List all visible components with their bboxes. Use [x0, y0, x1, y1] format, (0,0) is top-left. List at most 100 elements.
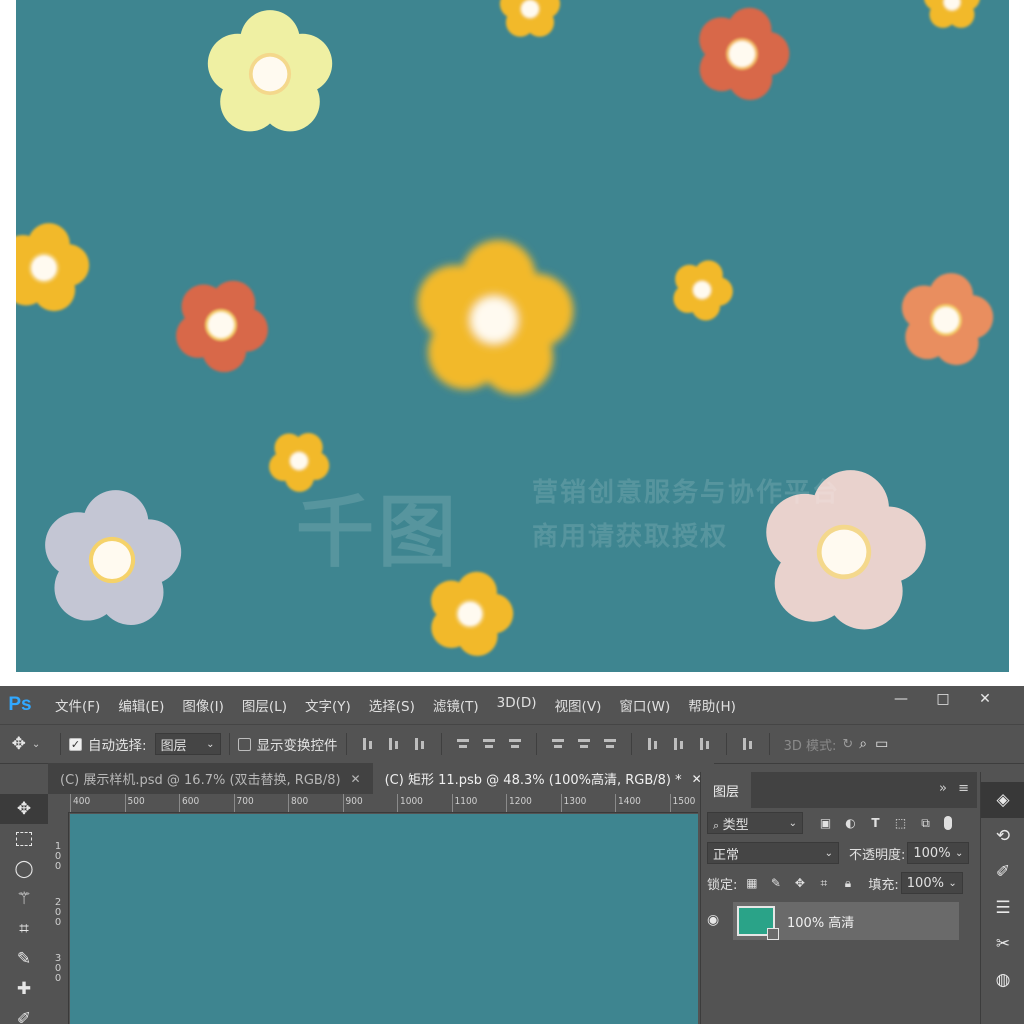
align-bottom-icon[interactable]	[413, 737, 427, 751]
minimize-button[interactable]: —	[880, 686, 922, 712]
align-left-icon[interactable]	[456, 737, 470, 751]
blend-mode-dropdown[interactable]: 正常 ⌄	[707, 842, 839, 864]
fill-field[interactable]: 100% ⌄	[900, 872, 963, 894]
watermark-line-2: 商用请获取授权	[532, 522, 729, 552]
flower	[924, 0, 980, 28]
brush-icon: ✐	[16, 1009, 32, 1024]
workspace-icon[interactable]: ▭	[875, 736, 888, 752]
search-icon[interactable]: ⌕	[859, 736, 867, 752]
auto-select-target-dropdown[interactable]: 图层 ⌄	[154, 733, 221, 755]
move-tool-preset[interactable]: ✥ ⌄	[0, 734, 52, 754]
distribute-horizontal-center-icon[interactable]	[672, 737, 686, 751]
menu-item[interactable]: 滤镜(T)	[424, 695, 488, 715]
menu-item[interactable]: 图像(I)	[173, 695, 233, 715]
flower	[45, 490, 182, 625]
layers-dock-button[interactable]: ◈	[981, 782, 1024, 818]
show-transform-checkbox[interactable]	[237, 737, 251, 751]
close-icon[interactable]: ✕	[351, 772, 361, 786]
lock-transparent-icon[interactable]: ▦	[745, 876, 758, 890]
move-tool[interactable]: ✥	[0, 794, 48, 824]
document-canvas[interactable]	[70, 814, 698, 1024]
align-right-icon[interactable]	[508, 737, 522, 751]
menu-item[interactable]: 编辑(E)	[109, 695, 173, 715]
adjustment-filter-icon[interactable]: ◐	[844, 816, 857, 830]
filter-toggle[interactable]	[944, 816, 952, 830]
align-horizontal-center-icon[interactable]	[482, 737, 496, 751]
auto-select-target-value: 图层	[160, 738, 187, 754]
move-icon: ✥	[16, 799, 32, 819]
auto-align-icon[interactable]	[741, 737, 755, 751]
menu-item[interactable]: 视图(V)	[546, 695, 611, 715]
filter-kind-value: ⌕ 类型	[713, 814, 749, 833]
distribute-left-icon[interactable]	[646, 737, 660, 751]
filter-kind-dropdown[interactable]: ⌕ 类型 ⌄	[707, 812, 803, 834]
marquee-tool[interactable]	[0, 824, 48, 854]
close-button[interactable]: ✕	[964, 686, 1006, 712]
history-dock-button[interactable]: ⟲	[981, 818, 1024, 854]
auto-select-checkbox[interactable]: ✓	[69, 737, 82, 751]
lock-pixels-icon[interactable]: ✎	[769, 876, 782, 890]
menu-item[interactable]: 文字(Y)	[296, 695, 360, 715]
panel-menu-icon[interactable]: ≡	[958, 781, 969, 796]
type-filter-icon[interactable]: T	[869, 816, 882, 830]
tools-dock-button[interactable]: ✂	[981, 926, 1024, 962]
collapse-panel-icon[interactable]: »	[939, 781, 947, 796]
eyedropper-tool[interactable]: ✎	[0, 944, 48, 974]
brushes-icon: ✐	[995, 862, 1011, 882]
tab-rectangle-11[interactable]: (C) 矩形 11.psb @ 48.3% (100%高清, RGB/8) * …	[372, 763, 714, 794]
ruler-tick-label: 1100	[454, 796, 478, 807]
vertical-ruler[interactable]: 100 200 300	[48, 812, 69, 1024]
flower	[901, 273, 994, 366]
menu-item[interactable]: 图层(L)	[233, 695, 296, 715]
shape-filter-icon[interactable]: ⬚	[894, 816, 907, 830]
align-top-icon[interactable]	[361, 737, 375, 751]
layer-row[interactable]: ◉ 100% 高清	[707, 902, 959, 940]
horizontal-ruler[interactable]: 400 500 600 700 800 900 1000 1100 1200 1300 1400 15…	[68, 794, 698, 813]
menu-item[interactable]: 文件(F)	[46, 695, 109, 715]
window-controls: — □ ✕	[880, 686, 1006, 712]
crop-icon: ⌗	[19, 919, 29, 939]
adjustments-dock-button[interactable]: ☰	[981, 890, 1024, 926]
ruler-tick-label: 900	[345, 796, 363, 807]
brushes-dock-button[interactable]: ✐	[981, 854, 1024, 890]
image-filter-icon[interactable]: ▣	[819, 816, 832, 830]
separator	[535, 733, 537, 755]
options-bar: ✥ ⌄ ✓ 自动选择: 图层 ⌄ 显示变换控件 3D 模式: ↻ ⌕ ▭	[0, 724, 1024, 764]
lasso-icon: ◯	[14, 859, 34, 879]
lasso-tool[interactable]: ◯	[0, 854, 48, 884]
tab-mockup[interactable]: (C) 展示样机.psd @ 16.7% (双击替换, RGB/8) ✕	[48, 763, 373, 794]
magic-wand-tool[interactable]: ⚚	[0, 884, 48, 914]
tool-panel: ✥ ◯ ⚚ ⌗ ✎ ✚ ✐	[0, 794, 49, 1024]
menu-item[interactable]: 选择(S)	[360, 695, 424, 715]
healing-brush-tool[interactable]: ✚	[0, 974, 48, 1004]
distribute-top-icon[interactable]	[551, 737, 565, 751]
ruler-tick-label: 200	[54, 897, 62, 928]
chevron-down-icon: ⌄	[788, 817, 797, 829]
menu-item[interactable]: 3D(D)	[488, 695, 546, 715]
artboard-icon[interactable]: ⌗	[817, 876, 830, 890]
smart-object-filter-icon[interactable]: ⧉	[919, 816, 932, 830]
menu-item[interactable]: 窗口(W)	[610, 695, 679, 715]
brush-tool[interactable]: ✐	[0, 1004, 48, 1024]
lock-position-icon[interactable]: ✥	[793, 876, 806, 890]
maximize-button[interactable]: □	[922, 686, 964, 712]
distribute-right-icon[interactable]	[698, 737, 712, 751]
crop-tool[interactable]: ⌗	[0, 914, 48, 944]
distribute-vertical-center-icon[interactable]	[577, 737, 591, 751]
menu-item[interactable]: 帮助(H)	[679, 695, 745, 715]
tab-layers[interactable]: 图层	[701, 772, 752, 808]
opacity-label: 不透明度:	[849, 847, 906, 863]
opacity-field[interactable]: 100% ⌄	[907, 842, 970, 864]
panel-tab-bar: 图层 » ≡	[701, 772, 977, 808]
ruler-tick-label: 300	[54, 953, 62, 984]
separator	[725, 733, 727, 755]
align-vertical-center-icon[interactable]	[387, 737, 401, 751]
eye-icon[interactable]: ◉	[707, 912, 719, 928]
3d-orbit-icon[interactable]: ↻	[842, 737, 853, 752]
distribute-bottom-icon[interactable]	[603, 737, 617, 751]
flower-center	[252, 56, 288, 92]
styles-dock-button[interactable]: ◍	[981, 962, 1024, 998]
ruler-tick-label: 1300	[563, 796, 587, 807]
chevron-down-icon: ⌄	[31, 738, 41, 750]
lock-all-icon[interactable]: 🔒︎	[841, 876, 854, 890]
